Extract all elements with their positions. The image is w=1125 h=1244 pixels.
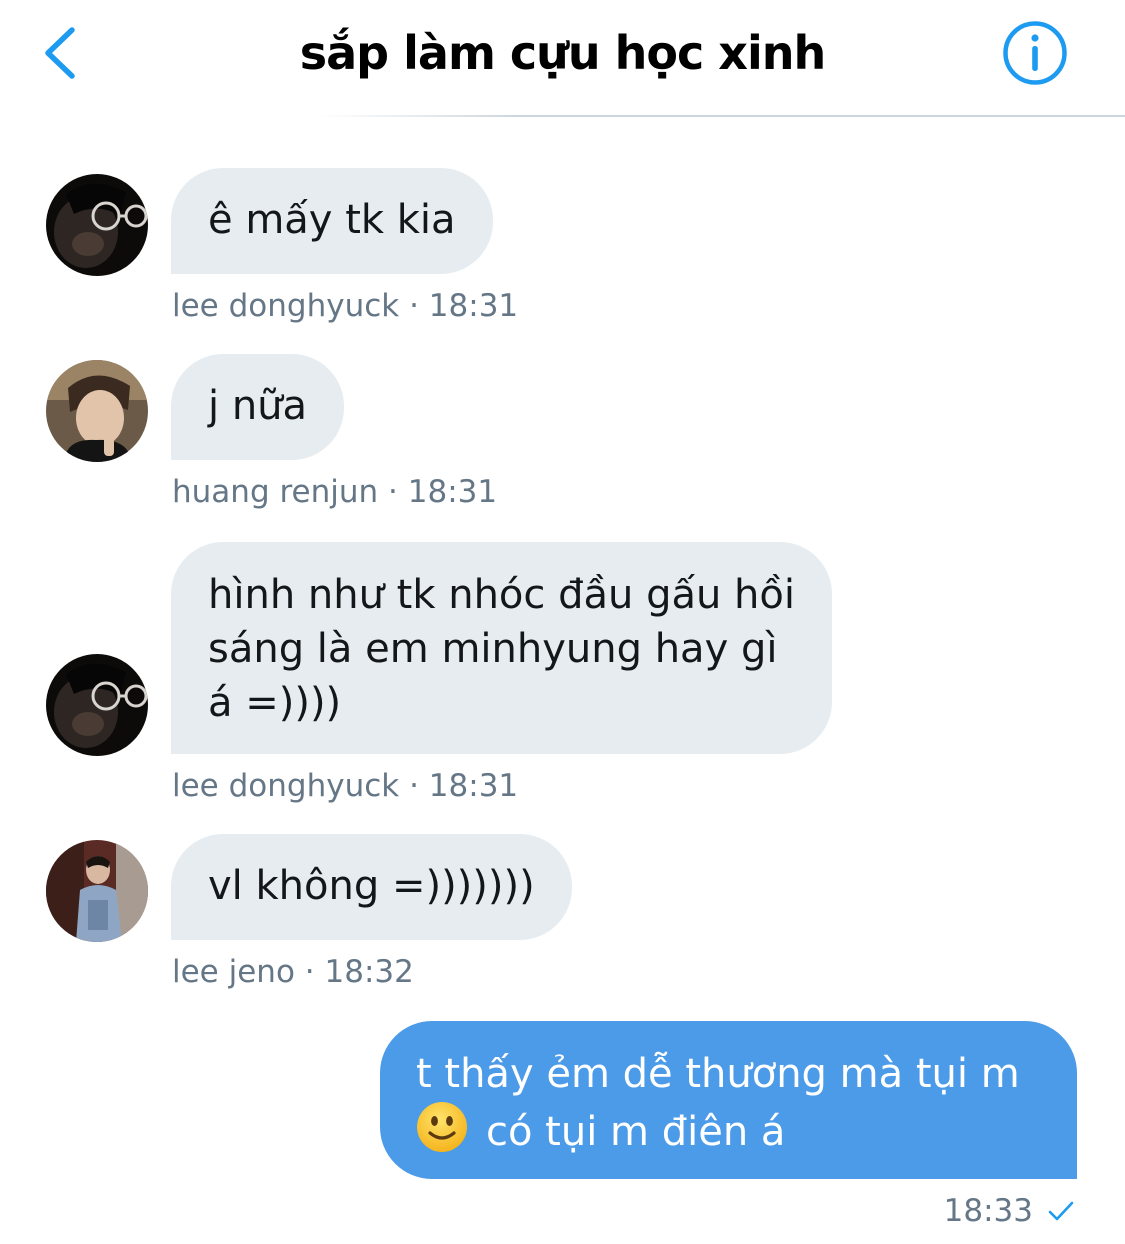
message-bubble[interactable]: j nữa bbox=[171, 354, 345, 460]
message-text-line-with-emoji: có tụi m điên á bbox=[416, 1101, 1041, 1167]
message-bubble[interactable]: hình như tk nhóc đầu gấu hồi sáng là em … bbox=[171, 542, 832, 754]
message-meta: lee donghyuck · 18:31 bbox=[172, 288, 518, 324]
checkmark-icon bbox=[1048, 1201, 1074, 1221]
conversation-title: sắp làm cựu học xinh bbox=[299, 26, 826, 80]
meta-separator: · bbox=[409, 288, 419, 324]
message-time: 18:32 bbox=[324, 954, 414, 990]
sender-name: lee jeno bbox=[172, 954, 295, 990]
message-text-line: t thấy ẻm dễ thương mà tụi m bbox=[416, 1051, 1020, 1097]
message-bubble[interactable]: ê mấy tk kia bbox=[171, 168, 493, 274]
message-text-line: á =)))) bbox=[208, 680, 342, 726]
avatar[interactable] bbox=[46, 174, 148, 276]
sender-name: lee donghyuck bbox=[172, 288, 400, 324]
message-meta: lee donghyuck · 18:31 bbox=[172, 768, 518, 804]
message-text: j nữa bbox=[208, 383, 308, 429]
meta-separator: · bbox=[304, 954, 315, 990]
slightly-smiling-face-icon bbox=[416, 1101, 468, 1167]
info-circle-icon bbox=[1003, 21, 1067, 85]
message-text-line: hình như tk nhóc đầu gấu hồi bbox=[208, 572, 795, 618]
info-button[interactable] bbox=[1002, 20, 1068, 86]
meta-separator: · bbox=[409, 768, 419, 804]
message-text: có tụi m điên á bbox=[486, 1109, 786, 1155]
avatar[interactable] bbox=[46, 654, 148, 756]
message-bubble[interactable]: vl không =))))))) bbox=[171, 834, 572, 940]
header-divider bbox=[318, 115, 1125, 117]
back-button[interactable] bbox=[40, 24, 84, 82]
avatar[interactable] bbox=[46, 360, 148, 462]
sender-name: huang renjun bbox=[172, 474, 379, 510]
chevron-left-icon bbox=[45, 27, 75, 79]
message-meta-outgoing: 18:33 bbox=[944, 1193, 1075, 1229]
message-meta: huang renjun · 18:31 bbox=[172, 474, 497, 510]
message-text: vl không =))))))) bbox=[208, 863, 535, 909]
message-time: 18:31 bbox=[407, 474, 498, 510]
message-time: 18:31 bbox=[428, 768, 519, 804]
message-time: 18:33 bbox=[943, 1193, 1033, 1229]
message-time: 18:31 bbox=[428, 288, 519, 324]
conversation-header: sắp làm cựu học xinh bbox=[0, 0, 1125, 118]
meta-separator: · bbox=[388, 474, 398, 510]
message-text-line: sáng là em minhyung hay gì bbox=[208, 626, 778, 672]
message-text: ê mấy tk kia bbox=[208, 197, 456, 243]
sender-name: lee donghyuck bbox=[172, 768, 400, 804]
message-bubble-outgoing[interactable]: t thấy ẻm dễ thương mà tụi m có tụi m đi… bbox=[380, 1021, 1077, 1179]
message-meta: lee jeno · 18:32 bbox=[172, 954, 414, 990]
avatar[interactable] bbox=[46, 840, 148, 942]
